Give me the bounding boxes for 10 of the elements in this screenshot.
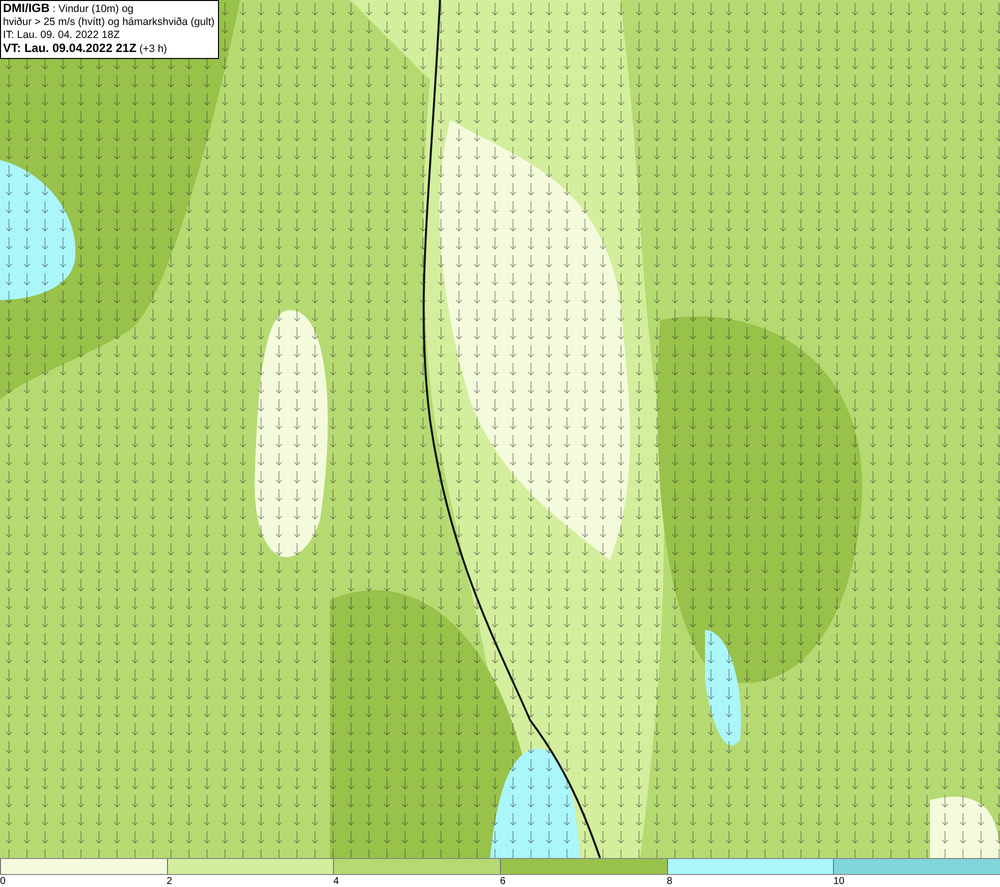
caption-text: IT: Lau. 09. 04. 2022 18Z [3, 29, 121, 42]
tick-label: 8 [666, 876, 672, 887]
caption-text: VT: Lau. 09.04.2022 21Z (+3 h) [3, 42, 168, 56]
tick-label: 10 [833, 876, 844, 887]
tick-label: 6 [500, 876, 506, 887]
caption-text: DMI/IGB : Vindur (10m) og [3, 2, 135, 16]
caption-text: hviður > 25 m/s (hvítt) og hámarkshviða (gult) [3, 16, 215, 29]
tick-label: 0 [0, 876, 6, 887]
tick-label: 4 [333, 876, 339, 887]
tick-label: 2 [166, 876, 172, 887]
